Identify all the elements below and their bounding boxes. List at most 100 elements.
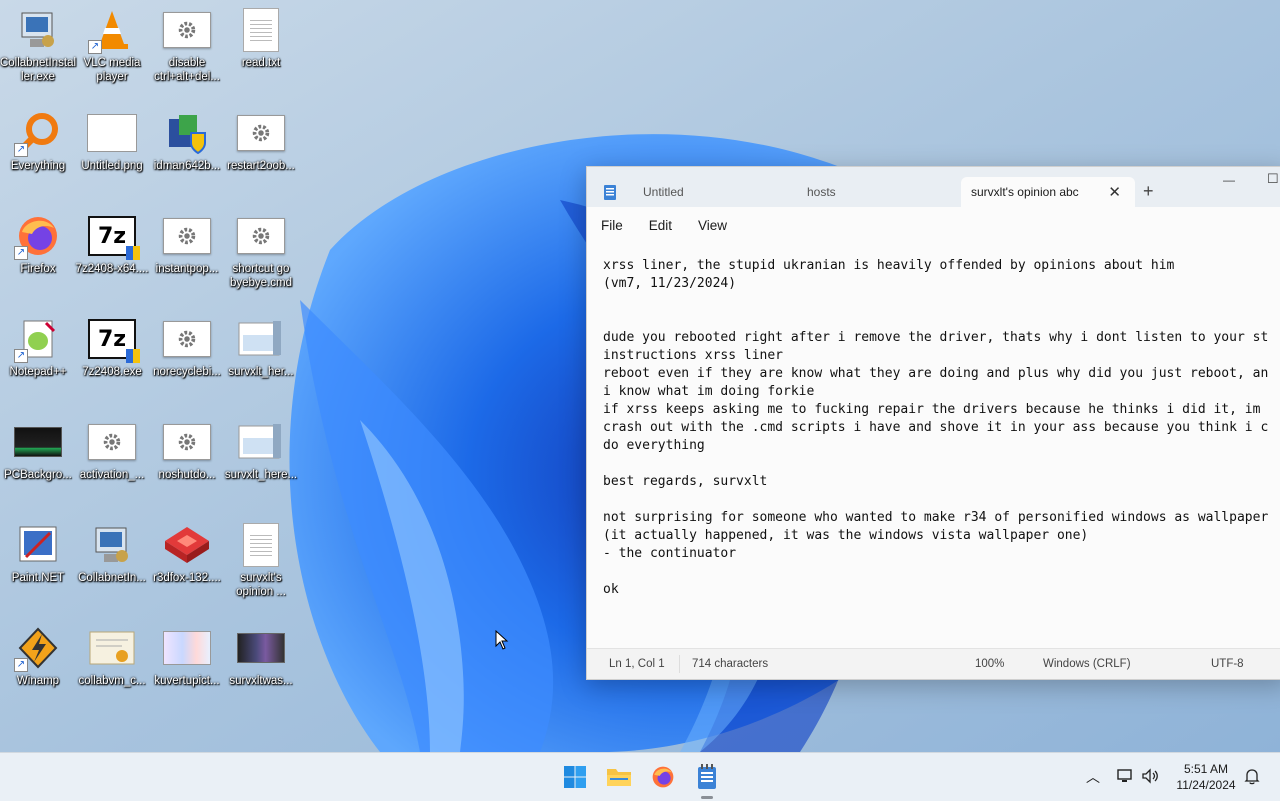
mouse-cursor-icon (495, 630, 509, 650)
desktop-icon-winamp[interactable]: ↗ Winamp (0, 624, 76, 688)
installer-shield-icon (161, 109, 213, 157)
desktop-icon-vlc[interactable]: ↗ VLC media player (74, 6, 150, 84)
script-file-icon (235, 418, 287, 466)
desktop-icon-kuvertupict[interactable]: kuvertupict... (149, 624, 225, 688)
settings-file-icon (161, 418, 213, 466)
new-tab-plus-icon[interactable]: + (1143, 181, 1154, 202)
chevron-up-icon[interactable]: ︿ (1086, 767, 1100, 787)
desktop-icon-survxlt-here[interactable]: survxlt_here... (223, 418, 299, 482)
desktop-icon-norecyclebin[interactable]: norecyclebi... (149, 315, 225, 379)
clock[interactable]: 5:51 AM 11/24/2024 (1170, 762, 1242, 792)
desktop-icon-activation[interactable]: activation_... (74, 418, 150, 482)
desktop-icon-survxlt-opinion[interactable]: survxlt's opinion ... (223, 521, 299, 599)
desktop-icon-7z-exe[interactable]: 7z 7z2408.exe (74, 315, 150, 379)
settings-file-icon (235, 212, 287, 260)
tab-hosts[interactable]: hosts (797, 177, 967, 207)
text-line: not surprising for someone who wanted to… (603, 510, 1269, 525)
network-icon[interactable] (1116, 768, 1134, 784)
desktop-icon-label: r3dfox-132.... (153, 572, 221, 584)
character-count: 714 characters (692, 658, 769, 670)
status-bar: Ln 1, Col 1 714 characters 100% Windows … (587, 648, 1280, 679)
notepad-menu-bar: File Edit View (587, 207, 1280, 243)
settings-file-icon (161, 212, 213, 260)
desktop-icon-label: survxlt_here... (224, 469, 298, 481)
desktop-icon-7z-x64[interactable]: 7z 7z2408-x64.... (74, 212, 150, 276)
encoding[interactable]: UTF-8 (1211, 658, 1244, 670)
paintnet-icon (12, 521, 64, 569)
shortcut-arrow-icon: ↗ (14, 246, 28, 260)
file-explorer-button[interactable] (605, 763, 633, 791)
notepadpp-icon: ↗ (12, 315, 64, 363)
shortcut-arrow-icon: ↗ (14, 349, 28, 363)
notepad-icon (698, 764, 716, 789)
desktop-icon-label: collabvm_c... (78, 675, 146, 687)
desktop-icon-label: Everything (10, 160, 66, 172)
settings-file-icon (161, 6, 213, 54)
7zip-icon: 7z (86, 212, 140, 260)
desktop-icon-collabnetinstaller[interactable]: CollabnetInstaller.exe (0, 6, 76, 84)
desktop-icon-paintnet[interactable]: Paint.NET (0, 521, 76, 585)
shortcut-arrow-icon: ↗ (14, 658, 28, 672)
desktop-icon-collabvm[interactable]: collabvm_c... (74, 624, 150, 688)
desktop-icon-label: activation_... (79, 469, 145, 481)
desktop-icon-instantpop[interactable]: instantpop... (149, 212, 225, 276)
active-app-indicator (701, 796, 713, 799)
text-line (603, 491, 1280, 509)
desktop-icon-everything[interactable]: ↗ Everything (0, 109, 76, 173)
desktop-icon-pcbackground[interactable]: PCBackgro... (0, 418, 76, 482)
tab-survxlt-opinion[interactable]: survxlt's opinion abc ✕ (961, 177, 1135, 207)
line-ending[interactable]: Windows (CRLF) (1043, 658, 1131, 670)
desktop-icon-untitled-png[interactable]: Untitled.png (74, 109, 150, 173)
desktop-icon-label: Firefox (20, 263, 56, 275)
desktop-icon-firefox[interactable]: ↗ Firefox (0, 212, 76, 276)
desktop-icon-notepadpp[interactable]: ↗ Notepad++ (0, 315, 76, 379)
desktop-icon-restart2oobe[interactable]: restart2oob... (223, 109, 299, 173)
desktop-icon-r3dfox[interactable]: r3dfox-132.... (149, 521, 225, 585)
desktop-icon-shortcut-go-byebye[interactable]: shortcut go byebye.cmd (223, 212, 299, 290)
desktop-icon-collabnetin[interactable]: CollabnetIn... (74, 521, 150, 585)
desktop-icon-read-txt[interactable]: read.txt (223, 6, 299, 70)
menu-view[interactable]: View (698, 218, 727, 233)
desktop-icon-survxlt-her[interactable]: survxlt_her... (223, 315, 299, 379)
image-thumbnail-icon (12, 418, 64, 466)
desktop-icon-label: instantpop... (155, 263, 219, 275)
start-button[interactable] (561, 763, 589, 791)
desktop-icon-label: norecyclebi... (153, 366, 221, 378)
text-line: (vm7, 11/23/2024) (603, 276, 737, 291)
notification-bell-icon[interactable] (1244, 768, 1260, 785)
firefox-taskbar-button[interactable] (649, 763, 677, 791)
installer-computer-icon (12, 6, 64, 54)
notepad-app-icon (604, 185, 616, 200)
text-line: best regards, survxlt (603, 474, 768, 489)
desktop-icon-label: Paint.NET (11, 572, 65, 584)
close-tab-icon[interactable]: ✕ (1108, 183, 1121, 201)
notepad-taskbar-button[interactable] (693, 763, 721, 799)
desktop-icon-disable-ctrl-alt-del[interactable]: disable ctrl+alt+del... (149, 6, 225, 84)
text-line: ok (603, 582, 619, 597)
desktop-icon-idman[interactable]: idman642b... (149, 109, 225, 173)
desktop-icon-label: CollabnetIn... (78, 572, 146, 584)
desktop-icon-survxltwas[interactable]: survxltwas... (223, 624, 299, 688)
menu-file[interactable]: File (601, 218, 623, 233)
menu-edit[interactable]: Edit (649, 218, 672, 233)
settings-file-icon (235, 109, 287, 157)
text-line: i know what im doing forkie (603, 384, 815, 399)
volume-icon[interactable] (1141, 768, 1159, 784)
text-line: xrss liner, the stupid ukranian is heavi… (603, 258, 1175, 273)
tab-untitled[interactable]: Untitled (633, 177, 803, 207)
text-file-icon (235, 6, 287, 54)
desktop-icon-label: noshutdo... (158, 469, 216, 481)
minimize-button[interactable]: — (1223, 173, 1235, 187)
maximize-button[interactable]: ☐ (1267, 171, 1279, 187)
tab-label: Untitled (643, 185, 684, 199)
desktop-icon-noshutdown[interactable]: noshutdo... (149, 418, 225, 482)
text-file-icon (235, 521, 287, 569)
text-line (603, 311, 1280, 329)
desktop-icon-label: shortcut go byebye.cmd (229, 263, 292, 289)
text-editor-area[interactable]: xrss liner, the stupid ukranian is heavi… (603, 257, 1280, 599)
shortcut-arrow-icon: ↗ (14, 143, 28, 157)
7zip-icon: 7z (86, 315, 140, 363)
separator (679, 655, 680, 673)
zoom-level[interactable]: 100% (975, 658, 1004, 670)
windows-start-icon (564, 766, 586, 788)
